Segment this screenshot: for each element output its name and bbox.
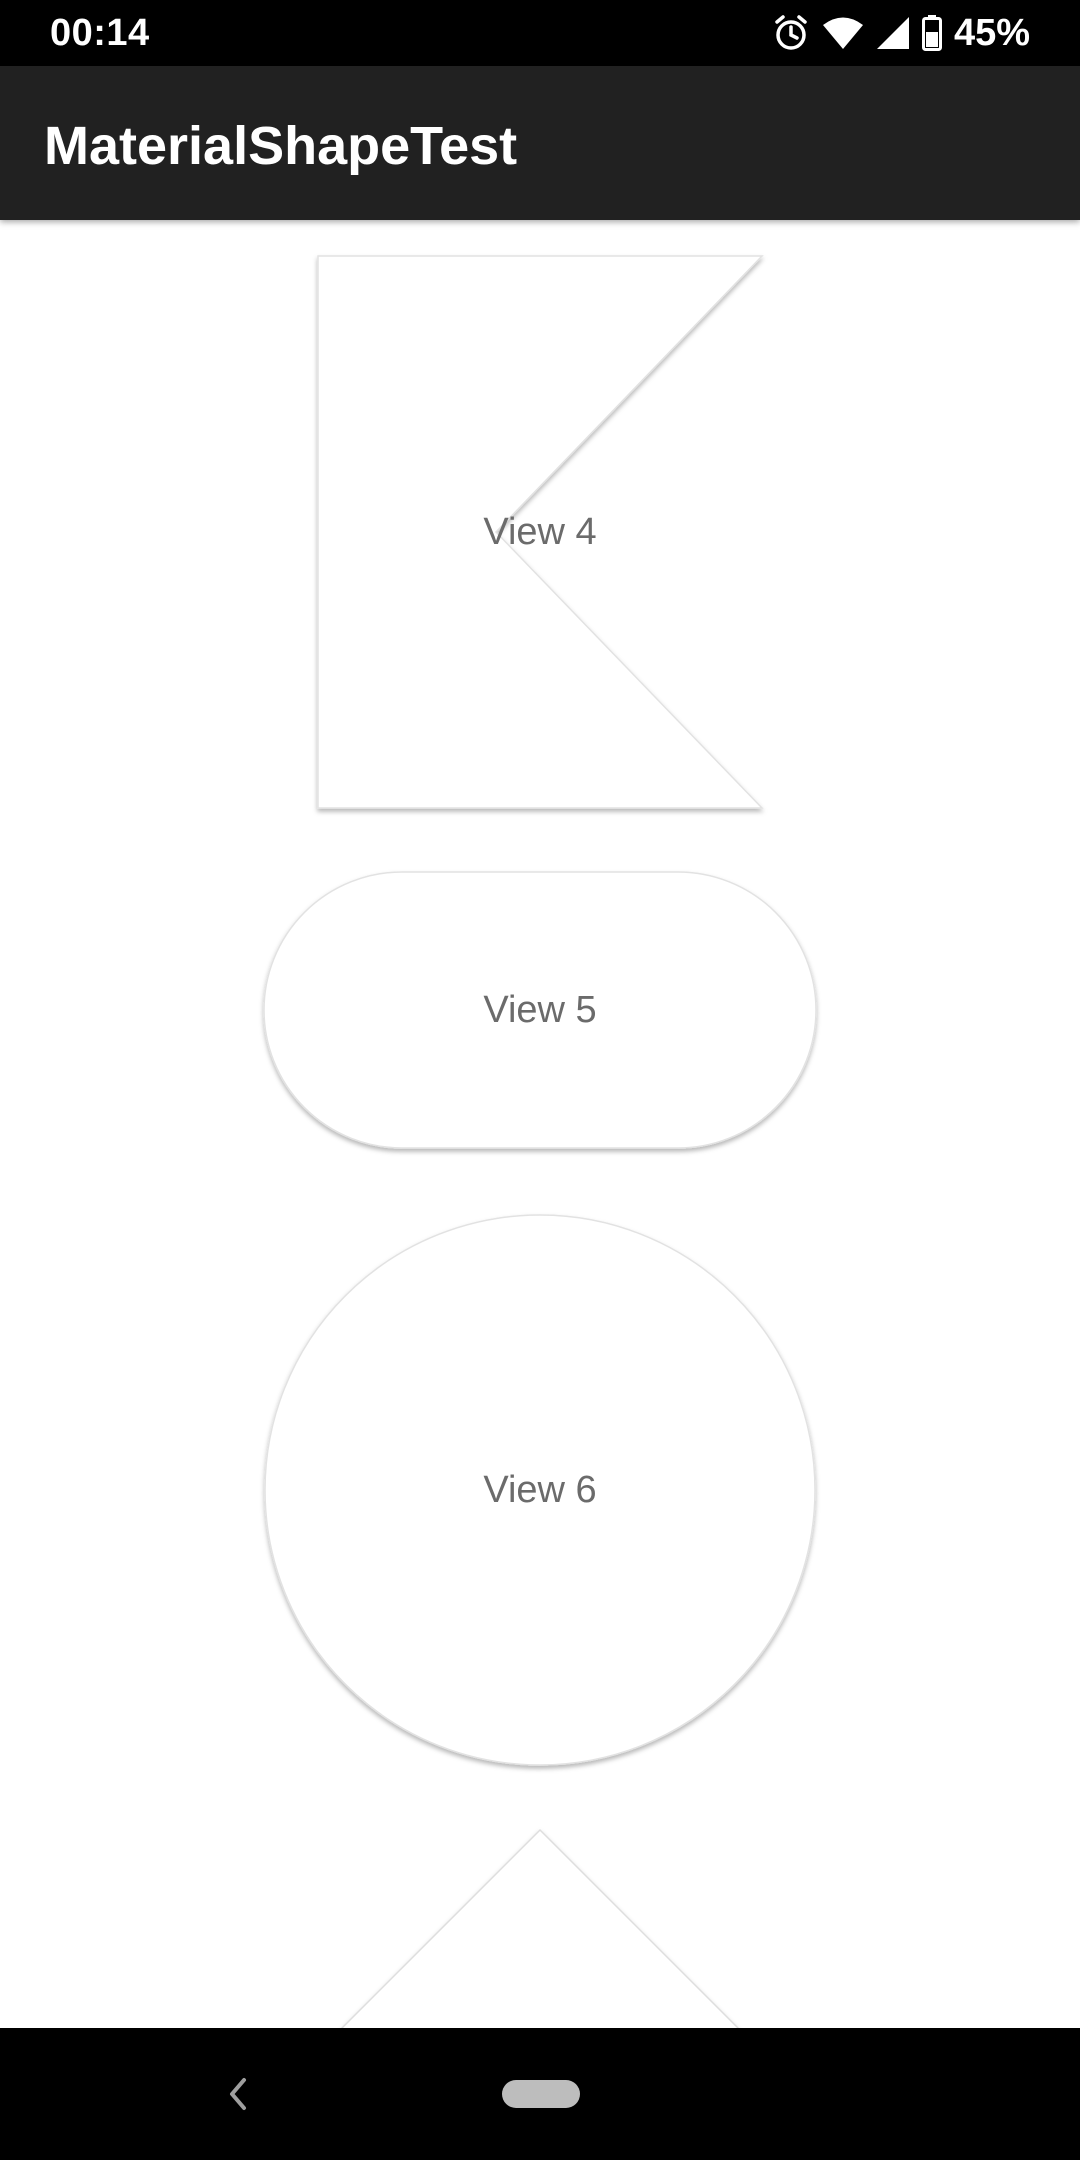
status-bar: 00:14 45% [0,0,1080,66]
status-icons: 45% [772,10,1030,56]
screen: 00:14 45% MaterialShapeTest View 4 View … [0,0,1080,2160]
battery-percent: 45% [953,12,1030,54]
view-4-label: View 4 [483,511,597,553]
view-5-label: View 5 [483,989,597,1031]
view-7-shape[interactable] [264,1828,816,2028]
content-area[interactable]: View 4 View 5 View 6 [0,220,1080,2028]
cell-signal-icon [876,16,910,50]
view-5-shape[interactable]: View 5 [263,871,817,1149]
back-icon[interactable] [222,2074,254,2119]
status-time: 00:14 [50,12,150,54]
navigation-bar [0,2028,1080,2160]
app-bar: MaterialShapeTest [0,66,1080,220]
alarm-icon [772,14,810,52]
view-6-label: View 6 [483,1469,597,1511]
app-title: MaterialShapeTest [44,116,518,176]
view-4-shape[interactable]: View 4 [317,255,764,809]
home-pill-icon[interactable] [502,2080,580,2108]
battery-icon [921,15,942,51]
wifi-icon [822,16,864,50]
view-6-shape[interactable]: View 6 [264,1214,816,1766]
